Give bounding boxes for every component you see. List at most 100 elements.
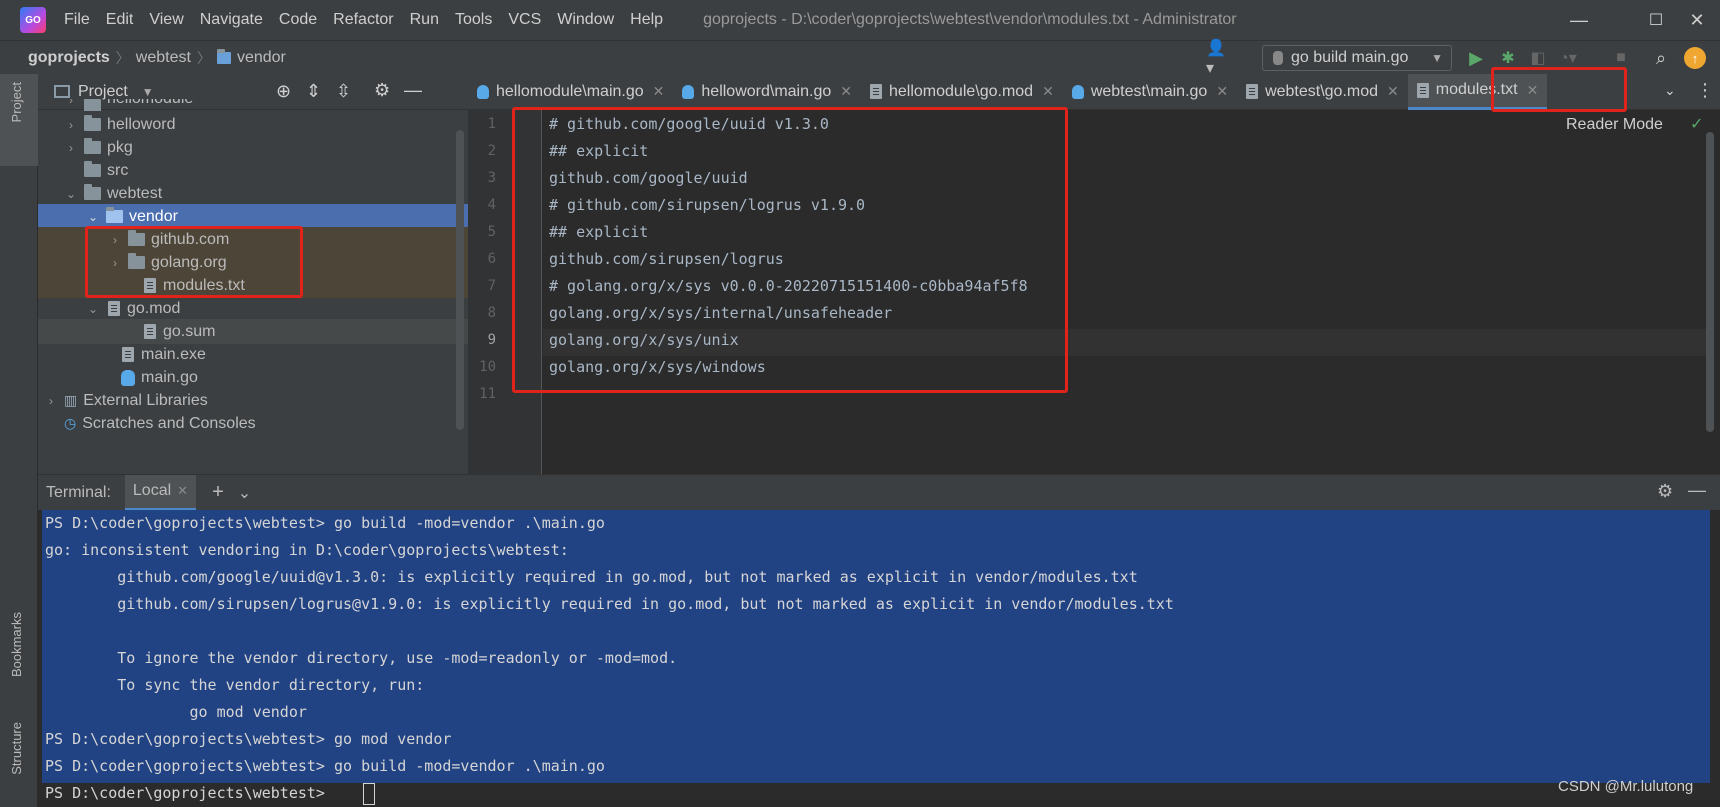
tree-item-vendor[interactable]: ⌄ vendor	[38, 204, 468, 229]
code-line: github.com/google/uuid	[549, 169, 748, 187]
menu-tools[interactable]: Tools	[447, 0, 500, 40]
search-icon[interactable]: ⌕	[1650, 47, 1672, 69]
tab-webtest-main-go[interactable]: webtest\main.go ✕	[1063, 74, 1237, 110]
chevron-right-icon[interactable]: ›	[108, 256, 122, 270]
tab-modules-txt[interactable]: modules.txt ✕	[1407, 73, 1548, 110]
close-icon[interactable]: ✕	[1387, 83, 1399, 100]
tab-hellomodule-main-go[interactable]: hellomodule\main.go ✕	[468, 74, 673, 110]
menu-vcs[interactable]: VCS	[500, 0, 549, 40]
tree-item-hellomodule[interactable]: › hellomodule	[38, 99, 468, 111]
chevron-down-icon[interactable]: ▼	[142, 85, 154, 99]
update-icon[interactable]: ↑	[1684, 47, 1706, 69]
profile-icon[interactable]: ◔▾	[1557, 47, 1579, 69]
chevron-down-icon: ▼	[1431, 51, 1443, 65]
tree-item-go-mod[interactable]: ⌄ go.mod	[38, 296, 468, 321]
hide-panel-icon[interactable]: —	[1688, 480, 1706, 501]
line-number: 10	[479, 359, 496, 375]
breadcrumb-goprojects[interactable]: goprojects	[24, 49, 114, 67]
tab-webtest-go-mod[interactable]: webtest\go.mod ✕	[1237, 74, 1408, 110]
breadcrumb-separator: 〉	[115, 49, 130, 66]
coverage-icon[interactable]: ◧	[1527, 47, 1549, 69]
tab-helloword-main-go[interactable]: helloword\main.go ✕	[673, 74, 861, 110]
menu-file[interactable]: File	[56, 0, 98, 40]
close-button[interactable]: ✕	[1674, 0, 1720, 40]
tree-item-go-sum[interactable]: go.sum	[38, 319, 468, 344]
tree-item-helloword[interactable]: › helloword	[38, 112, 468, 137]
close-icon[interactable]: ✕	[1042, 83, 1054, 100]
tree-item-github-com[interactable]: › github.com	[38, 227, 468, 252]
chevron-right-icon[interactable]: ›	[64, 141, 78, 155]
tree-item-src[interactable]: src	[38, 158, 468, 183]
chevron-right-icon[interactable]: ›	[64, 99, 78, 107]
new-terminal-icon[interactable]: +	[212, 481, 224, 504]
user-account-icon[interactable]: 👤▾	[1206, 40, 1228, 77]
close-icon[interactable]: ✕	[840, 83, 852, 100]
maximize-button[interactable]: ☐	[1633, 0, 1679, 40]
terminal-line: github.com/google/uuid@v1.3.0: is explic…	[45, 568, 1138, 586]
structure-tool-tab[interactable]: Structure	[0, 714, 38, 804]
run-config-label: go build main.go	[1291, 49, 1409, 66]
breadcrumb-vendor[interactable]: vendor	[233, 49, 290, 67]
reader-mode-button[interactable]: Reader Mode	[1566, 116, 1663, 134]
line-number: 7	[487, 278, 496, 294]
stop-icon[interactable]: ■	[1610, 47, 1632, 69]
close-icon[interactable]: ✕	[1527, 82, 1539, 99]
tree-item-webtest[interactable]: ⌄ webtest	[38, 181, 468, 206]
vendor-folder-icon	[216, 48, 231, 64]
debug-icon[interactable]: ✱	[1497, 47, 1519, 69]
chevron-down-icon[interactable]: ⌄	[86, 210, 100, 224]
close-icon[interactable]: ✕	[177, 483, 188, 499]
close-icon[interactable]: ✕	[1216, 83, 1228, 100]
run-configuration-select[interactable]: go build main.go ▼	[1262, 45, 1452, 71]
close-icon[interactable]: ✕	[653, 83, 665, 100]
chevron-down-icon[interactable]: ⌄	[64, 187, 78, 201]
terminal-output[interactable]: PS D:\coder\goprojects\webtest> go build…	[38, 510, 1720, 807]
tree-item-label: webtest	[107, 184, 163, 202]
hide-panel-icon[interactable]: —	[404, 80, 422, 101]
tree-item-scratches[interactable]: ◷ Scratches and Consoles	[38, 411, 468, 436]
gomod-file-icon	[108, 301, 120, 316]
editor-scrollbar[interactable]	[1706, 132, 1714, 432]
tree-item-label: hellomodule	[107, 99, 193, 108]
menu-help[interactable]: Help	[622, 0, 671, 40]
code-line: github.com/sirupsen/logrus	[549, 250, 784, 268]
menu-refactor[interactable]: Refactor	[325, 0, 401, 40]
tab-list-chevron-icon[interactable]: ⌄	[1664, 82, 1676, 99]
terminal-line: PS D:\coder\goprojects\webtest> go mod v…	[45, 730, 452, 748]
menu-window[interactable]: Window	[549, 0, 622, 40]
terminal-line: PS D:\coder\goprojects\webtest> go build…	[45, 514, 605, 532]
gear-icon[interactable]: ⚙	[1657, 481, 1673, 502]
code-editor[interactable]: 1 2 3 4 5 6 7 8 9 10 11 # github.com/goo…	[468, 107, 1720, 474]
chevron-right-icon[interactable]: ›	[44, 394, 58, 408]
folder-icon	[84, 138, 101, 154]
project-panel-title[interactable]: Project	[78, 83, 128, 101]
menu-view[interactable]: View	[141, 0, 191, 40]
run-icon[interactable]: ▶	[1465, 47, 1487, 69]
chevron-right-icon[interactable]: ›	[64, 118, 78, 132]
menu-code[interactable]: Code	[271, 0, 325, 40]
minimize-button[interactable]: —	[1556, 0, 1602, 40]
tree-item-main-exe[interactable]: main.exe	[38, 342, 468, 367]
line-number-gutter: 1 2 3 4 5 6 7 8 9 10 11	[468, 110, 542, 474]
line-number: 2	[487, 143, 496, 159]
tab-hellomodule-go-mod[interactable]: hellomodule\go.mod ✕	[861, 74, 1063, 110]
bookmarks-tool-tab[interactable]: Bookmarks	[0, 604, 38, 694]
chevron-down-icon[interactable]: ⌄	[86, 302, 100, 316]
chevron-right-icon[interactable]: ›	[108, 233, 122, 247]
tree-item-main-go[interactable]: main.go	[38, 365, 468, 390]
tree-scrollbar[interactable]	[456, 130, 464, 430]
tree-item-pkg[interactable]: › pkg	[38, 135, 468, 160]
menu-edit[interactable]: Edit	[98, 0, 142, 40]
terminal-tab-label: Local	[132, 482, 172, 499]
menu-navigate[interactable]: Navigate	[192, 0, 271, 40]
menu-run[interactable]: Run	[402, 0, 447, 40]
tree-item-golang-org[interactable]: › golang.org	[38, 250, 468, 275]
more-options-icon[interactable]: ⋮	[1696, 80, 1714, 101]
terminal-tab-local[interactable]: Local ✕	[124, 474, 197, 511]
tree-item-external-libraries[interactable]: › ▥ External Libraries	[38, 388, 468, 413]
chevron-down-icon[interactable]: ⌄	[238, 483, 251, 503]
breadcrumb-webtest[interactable]: webtest	[132, 49, 195, 67]
project-tool-tab[interactable]: Project	[0, 74, 38, 166]
tree-item-modules-txt[interactable]: modules.txt	[38, 273, 468, 298]
gear-icon[interactable]: ⚙	[374, 80, 390, 101]
